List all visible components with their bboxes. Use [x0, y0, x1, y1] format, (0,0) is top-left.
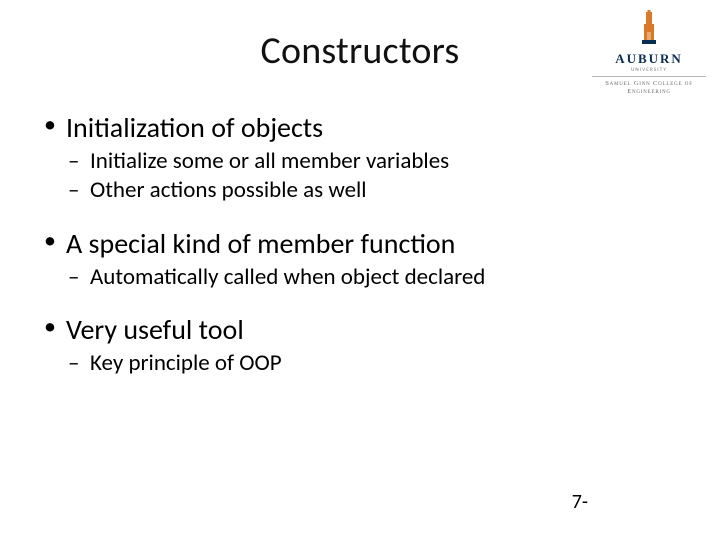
- sub-bullet-item: Automatically called when object declare…: [66, 263, 686, 292]
- slide: AUBURN UNIVERSITY Samuel Ginn College of…: [0, 0, 720, 540]
- sub-bullet-item: Other actions possible as well: [66, 176, 686, 205]
- bullet-item: Very useful tool Key principle of OOP: [38, 312, 686, 378]
- logo-university-name: AUBURN: [590, 52, 708, 66]
- bullet-item: Initialization of objects Initialize som…: [38, 110, 686, 206]
- sub-bullet-item: Key principle of OOP: [66, 349, 686, 378]
- tower-icon: [638, 10, 660, 49]
- bullet-text: Very useful tool: [66, 312, 244, 347]
- sub-bullet-text: Initialize some or all member variables: [90, 147, 449, 175]
- page-number: 7-: [572, 490, 588, 514]
- logo-university-sub: UNIVERSITY: [590, 68, 708, 74]
- logo-divider: [592, 76, 706, 77]
- sub-bullet-text: Other actions possible as well: [90, 176, 367, 204]
- bullet-item: A special kind of member function Automa…: [38, 226, 686, 292]
- bullet-text: A special kind of member function: [66, 226, 455, 261]
- slide-title: Constructors: [34, 28, 686, 74]
- logo-college: Samuel Ginn College of Engineering: [590, 80, 708, 94]
- bullet-text: Initialization of objects: [66, 110, 323, 145]
- sub-bullet-item: Initialize some or all member variables: [66, 147, 686, 176]
- slide-content: Initialization of objects Initialize som…: [38, 110, 686, 379]
- sub-bullet-text: Automatically called when object declare…: [90, 263, 485, 291]
- university-logo: AUBURN UNIVERSITY Samuel Ginn College of…: [590, 10, 708, 95]
- sub-bullet-text: Key principle of OOP: [90, 349, 282, 377]
